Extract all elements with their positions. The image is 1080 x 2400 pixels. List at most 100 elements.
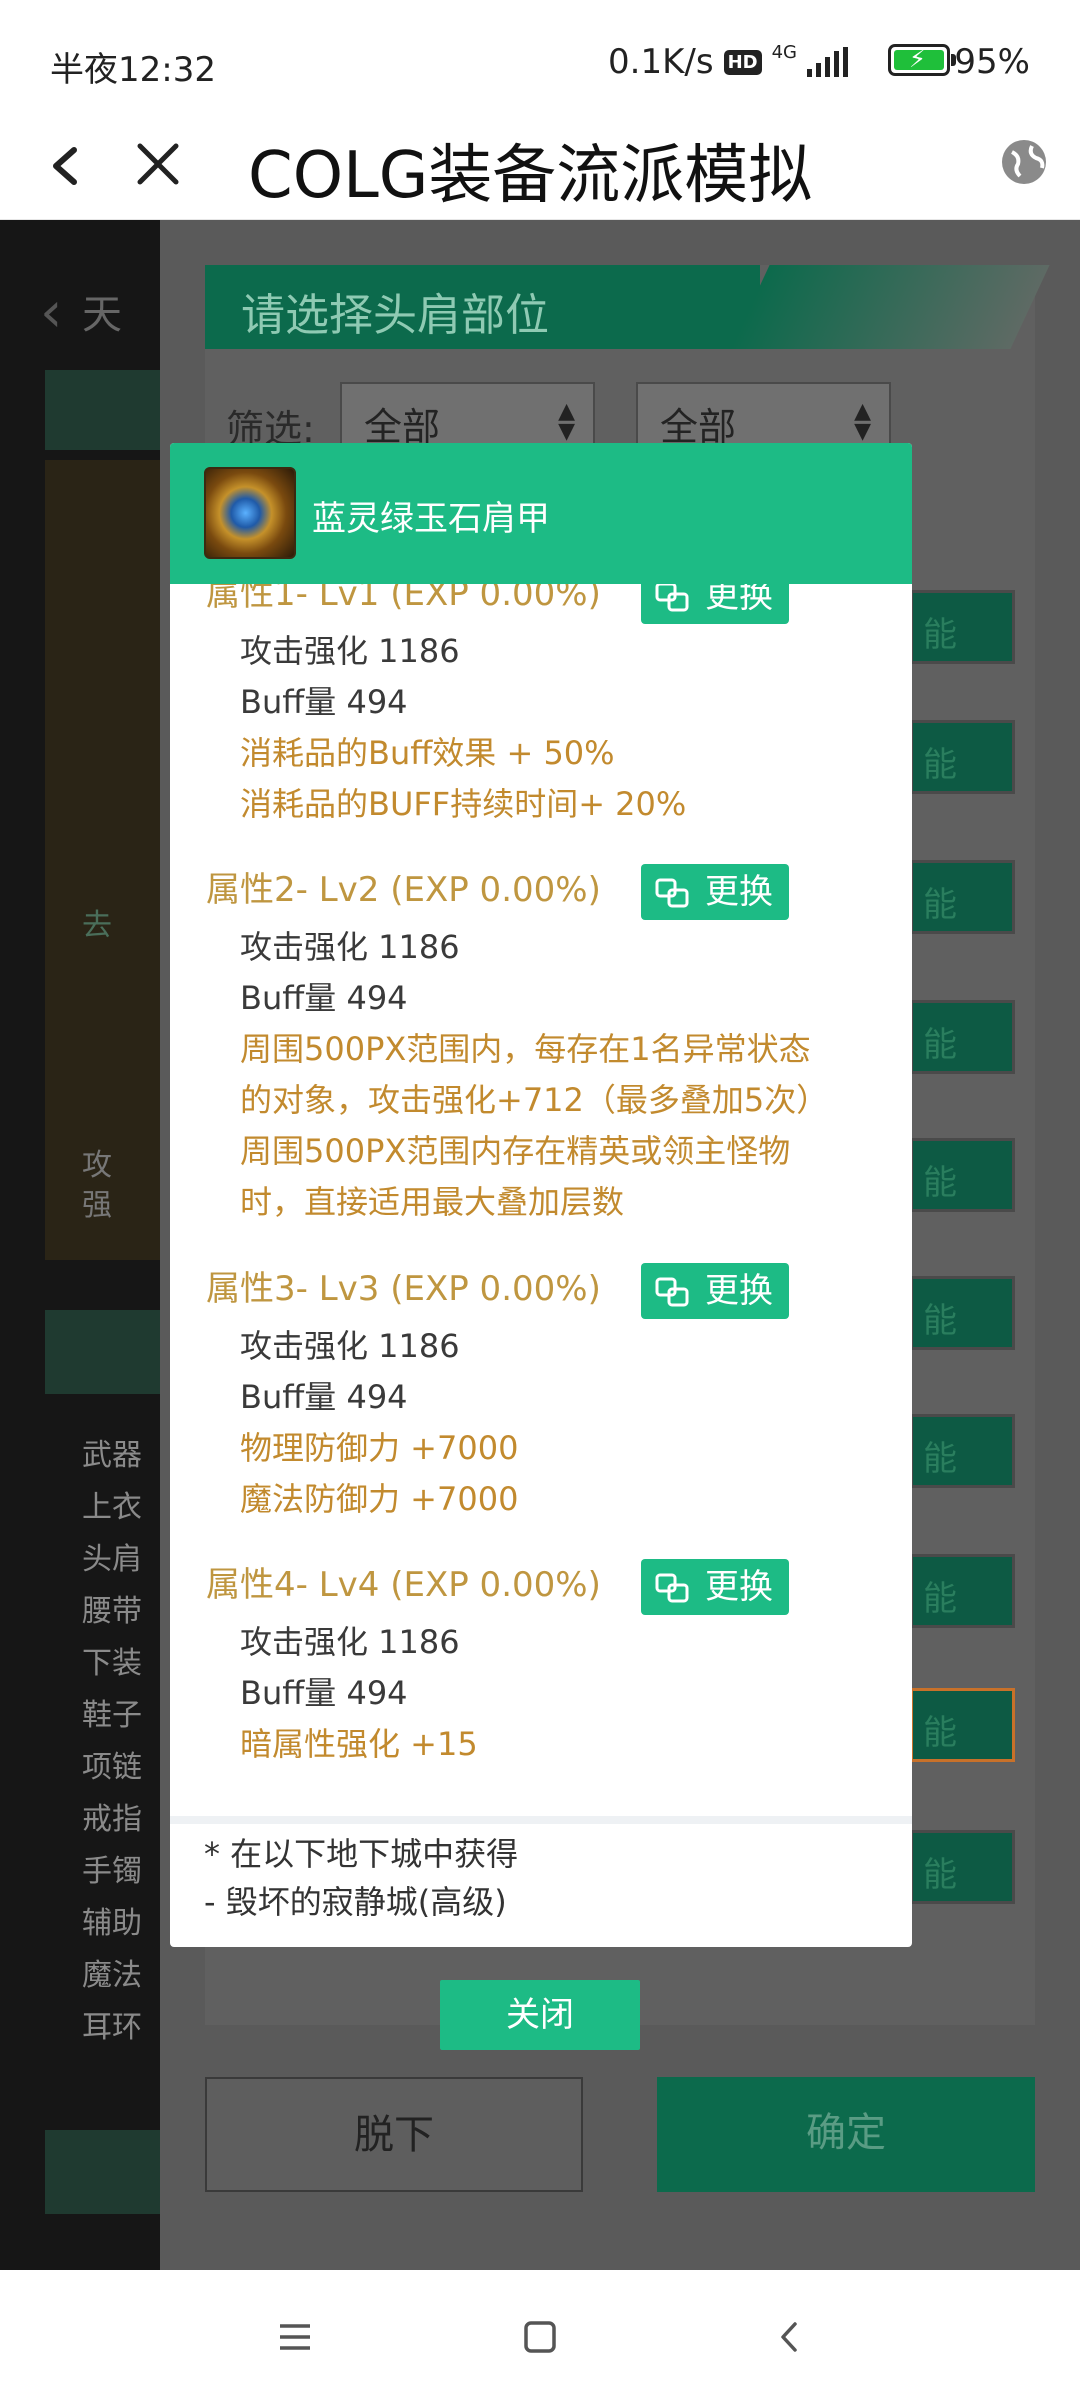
swap-icon	[655, 584, 689, 612]
row-select-button[interactable]: 能	[910, 1138, 1015, 1212]
row-select-button[interactable]: 能	[910, 1276, 1015, 1350]
stat-line: 攻击强化 1186	[240, 928, 460, 966]
chevron-left-icon: ‹	[40, 280, 63, 345]
stat-line: 攻击强化 1186	[240, 632, 460, 670]
attribute-list[interactable]: 属性1- Lv1 (EXP 0.00%) 更换 攻击强化 1186 Buff量 …	[170, 584, 912, 1809]
swap-icon	[655, 878, 689, 908]
row-select-button[interactable]: 能	[910, 1414, 1015, 1488]
effect-line: 暗属性强化 +15	[240, 1725, 478, 1763]
webview-header: COLG装备流派模拟	[0, 110, 1080, 220]
attack-label: 攻	[82, 1148, 112, 1183]
item-detail-modal: 蓝灵绿玉石肩甲 属性1- Lv1 (EXP 0.00%) 更换 攻击强化 118…	[170, 443, 912, 1947]
close-icon[interactable]	[128, 134, 188, 194]
list-item: 耳环	[82, 2010, 142, 2045]
status-bar: 半夜12:32 0.1K/s HD 4G ⚡ 95%	[0, 0, 1080, 110]
divider	[170, 1816, 912, 1824]
list-item: 上衣	[82, 1490, 142, 1525]
list-item: 鞋子	[82, 1698, 142, 1733]
attribute-group-3: 属性3- Lv3 (EXP 0.00%) 更换 攻击强化 1186 Buff量 …	[206, 1263, 896, 1525]
row-select-button[interactable]: 能	[910, 860, 1015, 934]
confirm-button[interactable]: 确定	[657, 2077, 1035, 2192]
stat-line: 攻击强化 1186	[240, 1327, 460, 1365]
stat-line: Buff量 494	[240, 1674, 408, 1712]
attribute-title: 属性1- Lv1 (EXP 0.00%)	[206, 584, 601, 614]
selection-title: 请选择头肩部位	[205, 265, 760, 349]
row-select-button-selected[interactable]: 能	[910, 1688, 1015, 1762]
footer-header	[45, 2130, 160, 2214]
source-heading: * 在以下地下城中获得	[204, 1835, 519, 1873]
sort-arrows-icon: ▲ ▼	[854, 399, 871, 444]
shoulder-armor-icon	[204, 467, 296, 559]
swap-button[interactable]: 更换	[641, 584, 789, 624]
go-label: 去	[82, 908, 112, 943]
signal-icon	[807, 47, 848, 77]
row-select-button[interactable]: 能	[910, 1000, 1015, 1074]
page-title: COLG装备流派模拟	[248, 139, 813, 213]
panel-header	[45, 370, 160, 450]
modal-header: 蓝灵绿玉石肩甲	[170, 443, 912, 584]
status-icons: 0.1K/s HD 4G	[608, 42, 848, 82]
attribute-group-4: 属性4- Lv4 (EXP 0.00%) 更换 攻击强化 1186 Buff量 …	[206, 1559, 896, 1770]
attribute-title: 属性4- Lv4 (EXP 0.00%)	[206, 1565, 601, 1605]
swap-label: 更换	[705, 584, 773, 616]
attribute-group-2: 属性2- Lv2 (EXP 0.00%) 更换 攻击强化 1186 Buff量 …	[206, 864, 896, 1228]
character-title: 天	[82, 292, 122, 338]
source-dungeon: - 毁坏的寂静城(高级)	[204, 1883, 507, 1921]
effect-line: 魔法防御力 +7000	[240, 1480, 519, 1518]
home-icon[interactable]	[515, 2312, 565, 2362]
list-item: 魔法	[82, 1958, 142, 1993]
swap-icon	[655, 1277, 689, 1307]
stat-line: Buff量 494	[240, 683, 408, 721]
swap-label: 更换	[705, 1271, 773, 1311]
strength-label: 强	[82, 1188, 112, 1223]
row-select-button[interactable]: 能	[910, 1830, 1015, 1904]
close-modal-button[interactable]: 关闭	[440, 1980, 640, 2050]
swap-icon	[655, 1573, 689, 1603]
system-nav-bar	[0, 2270, 1080, 2400]
swap-button[interactable]: 更换	[641, 864, 789, 920]
back-icon[interactable]	[765, 2312, 815, 2362]
swap-button[interactable]: 更换	[641, 1263, 789, 1319]
stat-line: Buff量 494	[240, 1378, 408, 1416]
row-select-button[interactable]: 能	[910, 1554, 1015, 1628]
effect-line: 时，直接适用最大叠加层数	[240, 1183, 625, 1221]
battery-percent: 95%	[954, 42, 1030, 82]
effect-line: 消耗品的BUFF持续时间+ 20%	[240, 785, 687, 823]
equip-list-header	[45, 1310, 160, 1394]
row-select-button[interactable]: 能	[910, 590, 1015, 664]
list-item: 戒指	[82, 1802, 142, 1837]
stat-line: 攻击强化 1186	[240, 1623, 460, 1661]
list-item: 腰带	[82, 1594, 142, 1629]
menu-icon[interactable]	[270, 2312, 320, 2362]
effect-line: 周围500PX范围内，每存在1名异常状态	[240, 1030, 811, 1068]
globe-icon[interactable]	[998, 136, 1050, 188]
network-type: 4G	[771, 41, 797, 63]
attribute-group-1: 属性1- Lv1 (EXP 0.00%) 更换 攻击强化 1186 Buff量 …	[206, 584, 896, 830]
list-item: 手镯	[82, 1854, 142, 1889]
effect-line: 周围500PX范围内存在精英或领主怪物	[240, 1132, 791, 1170]
swap-button[interactable]: 更换	[641, 1559, 789, 1615]
sort-arrows-icon: ▲ ▼	[558, 399, 575, 444]
unequip-button[interactable]: 脱下	[205, 2077, 583, 2192]
list-item: 下装	[82, 1646, 142, 1681]
back-arrow-icon[interactable]	[36, 136, 96, 196]
attribute-title: 属性2- Lv2 (EXP 0.00%)	[206, 870, 601, 910]
battery-icon: ⚡	[888, 44, 956, 76]
stat-line: Buff量 494	[240, 979, 408, 1017]
attribute-title: 属性3- Lv3 (EXP 0.00%)	[206, 1269, 601, 1309]
drop-source: * 在以下地下城中获得 - 毁坏的寂静城(高级)	[204, 1830, 518, 1926]
title-stripe	[730, 265, 1050, 349]
list-item: 头肩	[82, 1542, 142, 1577]
effect-line: 消耗品的Buff效果 + 50%	[240, 734, 615, 772]
item-name: 蓝灵绿玉石肩甲	[312, 499, 550, 539]
swap-label: 更换	[705, 1567, 773, 1607]
list-item: 武器	[82, 1438, 142, 1473]
clock: 半夜12:32	[50, 50, 216, 90]
list-item: 辅助	[82, 1906, 142, 1941]
character-panel: ‹ 天 去 攻 强 武器 上衣 头肩 腰带 下装 鞋子 项链 戒指 手镯 辅助 …	[0, 220, 160, 2270]
effect-line: 的对象，攻击强化+712（最多叠加5次）	[240, 1081, 829, 1119]
network-speed: 0.1K/s	[608, 42, 714, 82]
row-select-button[interactable]: 能	[910, 720, 1015, 794]
swap-label: 更换	[705, 872, 773, 912]
hd-badge: HD	[723, 49, 762, 75]
